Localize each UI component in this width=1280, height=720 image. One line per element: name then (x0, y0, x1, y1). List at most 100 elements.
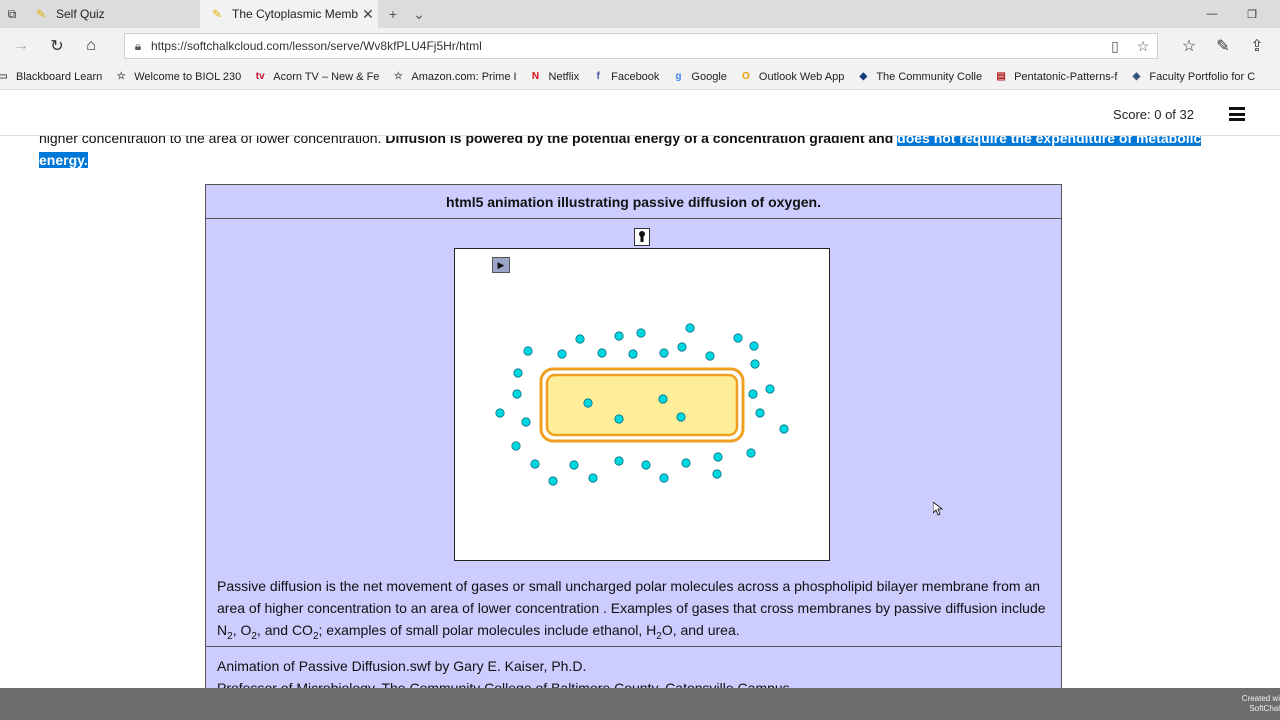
favorite-link[interactable]: ◈ Faculty Portfolio for C (1129, 70, 1256, 84)
google-icon: g (675, 71, 682, 82)
made-with-label: Created wi SoftChal (1241, 694, 1280, 713)
chevron-down-icon[interactable]: ⌄ (406, 0, 432, 28)
oxygen-molecule-inside (676, 412, 686, 422)
bottom-bar: Created wi SoftChal (0, 688, 1280, 720)
oxygen-molecule (548, 476, 558, 486)
oxygen-molecule (685, 323, 695, 333)
oxygen-molecule (677, 342, 687, 352)
oxygen-molecule (779, 424, 789, 434)
favorite-link[interactable]: ◆ The Community Colle (856, 70, 982, 84)
menu-icon[interactable] (1229, 107, 1245, 121)
oxygen-molecule (495, 408, 505, 418)
animation-caption: html5 animation illustrating passive dif… (206, 185, 1061, 219)
oxygen-molecule (597, 348, 607, 358)
oxygen-molecule (712, 469, 722, 479)
oxygen-molecule (659, 473, 669, 483)
score-header: Score: 0 of 32 (0, 90, 1280, 136)
favorite-link[interactable]: O Outlook Web App (739, 70, 844, 84)
oxygen-molecule (512, 389, 522, 399)
minimize-icon[interactable]: — (1192, 0, 1232, 28)
oxygen-molecule-inside (614, 414, 624, 424)
oxygen-molecule (636, 328, 646, 338)
restore-icon[interactable]: ❐ (1232, 0, 1272, 28)
credit-text: Animation of Passive Diffusion.swf by Ga… (217, 658, 790, 688)
url-input[interactable] (151, 39, 1101, 53)
favorite-label: The Community Colle (876, 70, 983, 83)
oxygen-molecule (557, 349, 567, 359)
favorite-label: Facebook (611, 70, 660, 83)
cell-membrane-inner (545, 373, 739, 437)
score-label: Score: 0 of 32 (1113, 107, 1194, 122)
home-icon[interactable]: ⌂ (74, 28, 108, 64)
oxygen-molecule-inside (658, 394, 668, 404)
oxygen-molecule (641, 460, 651, 470)
favorite-link[interactable]: ☆ Amazon.com: Prime I (391, 70, 517, 84)
oxygen-molecule (659, 348, 669, 358)
share-icon[interactable]: ⇪ (1240, 28, 1274, 64)
outlook-icon: O (742, 71, 750, 82)
acorn-tv-icon: tv (255, 71, 265, 82)
oxygen-molecule (713, 452, 723, 462)
oxygen-molecule (749, 341, 759, 351)
oxygen-molecule (750, 359, 760, 369)
pdf-icon: ▤ (996, 71, 1006, 82)
oxygen-molecule (523, 346, 533, 356)
oxygen-molecule (681, 458, 691, 468)
mouse-cursor-icon (933, 502, 943, 516)
tab-self-quiz[interactable]: ✎ Self Quiz (24, 0, 200, 28)
address-bar[interactable]: 🔒︎ ▯ ☆ (124, 33, 1158, 59)
animation-stage[interactable]: ▶ (454, 248, 830, 561)
favorite-label: Acorn TV – New & Fe (273, 70, 380, 83)
oxygen-molecule (575, 334, 585, 344)
oxygen-molecule (511, 441, 521, 451)
oxygen-molecule (530, 459, 540, 469)
ccbc-icon: ◆ (859, 71, 868, 82)
portfolio-icon: ◈ (1132, 71, 1141, 82)
page-icon: ▭ (0, 70, 10, 84)
favorite-star-icon[interactable]: ☆ (1129, 38, 1157, 55)
pencil-icon: ✎ (211, 7, 223, 21)
tab-cytoplasmic-membrane[interactable]: ✎ The Cytoplasmic Memb ✕ (200, 0, 378, 28)
favorite-link[interactable]: g Google (671, 70, 727, 84)
oxygen-molecule (628, 349, 638, 359)
refresh-icon[interactable]: ↻ (40, 28, 74, 64)
oxygen-molecule-inside (583, 398, 593, 408)
oxygen-molecule (765, 384, 775, 394)
keyhole-icon[interactable] (634, 228, 650, 246)
oxygen-molecule (748, 389, 758, 399)
facebook-icon: f (596, 71, 600, 82)
lock-icon: 🔒︎ (134, 38, 142, 53)
close-icon[interactable]: ✕ (358, 6, 378, 23)
tab-preview-icon[interactable]: ⧉ (0, 0, 24, 28)
pencil-icon: ✎ (35, 7, 47, 21)
favorite-link[interactable]: ☆ Welcome to BIOL 230 (114, 70, 241, 84)
diffusion-diagram (495, 323, 789, 486)
netflix-icon: N (531, 71, 540, 82)
new-tab-icon[interactable]: + (380, 0, 406, 28)
pen-icon[interactable]: ✎ (1206, 28, 1240, 64)
oxygen-molecule (733, 333, 743, 343)
lesson-page: Score: 0 of 32 higher concentration to t… (0, 90, 1280, 688)
favorite-label: Welcome to BIOL 230 (134, 70, 242, 83)
back-arrow-icon[interactable]: → (4, 28, 38, 64)
favorite-link[interactable]: tv Acorn TV – New & Fe (253, 70, 380, 84)
favorites-bar: ▭ Blackboard Learn ☆ Welcome to BIOL 230 tv A… (0, 64, 1280, 90)
favorite-link[interactable]: ▭ Blackboard Learn (0, 70, 102, 84)
description-paragraph: Passive diffusion is the net movement of… (217, 578, 1046, 642)
favorite-label: Outlook Web App (758, 70, 845, 83)
favorite-label: Blackboard Learn (16, 70, 103, 83)
favorite-link[interactable]: ▤ Pentatonic-Patterns-f (994, 70, 1117, 84)
reading-view-icon[interactable]: ▯ (1101, 38, 1129, 55)
favorite-label: Google (691, 70, 727, 83)
oxygen-molecule (705, 351, 715, 361)
tab-label: The Cytoplasmic Memb (232, 7, 358, 21)
divider (206, 646, 1061, 647)
favorite-link[interactable]: f Facebook (591, 70, 659, 84)
oxygen-molecule (614, 331, 624, 341)
animation-panel: html5 animation illustrating passive dif… (205, 184, 1062, 688)
oxygen-molecule (746, 448, 756, 458)
favorite-label: Netflix (548, 70, 580, 83)
favorite-link[interactable]: N Netflix (529, 70, 580, 84)
favorite-label: Faculty Portfolio for C (1149, 70, 1256, 83)
favorites-hub-icon[interactable]: ☆ (1172, 28, 1206, 64)
